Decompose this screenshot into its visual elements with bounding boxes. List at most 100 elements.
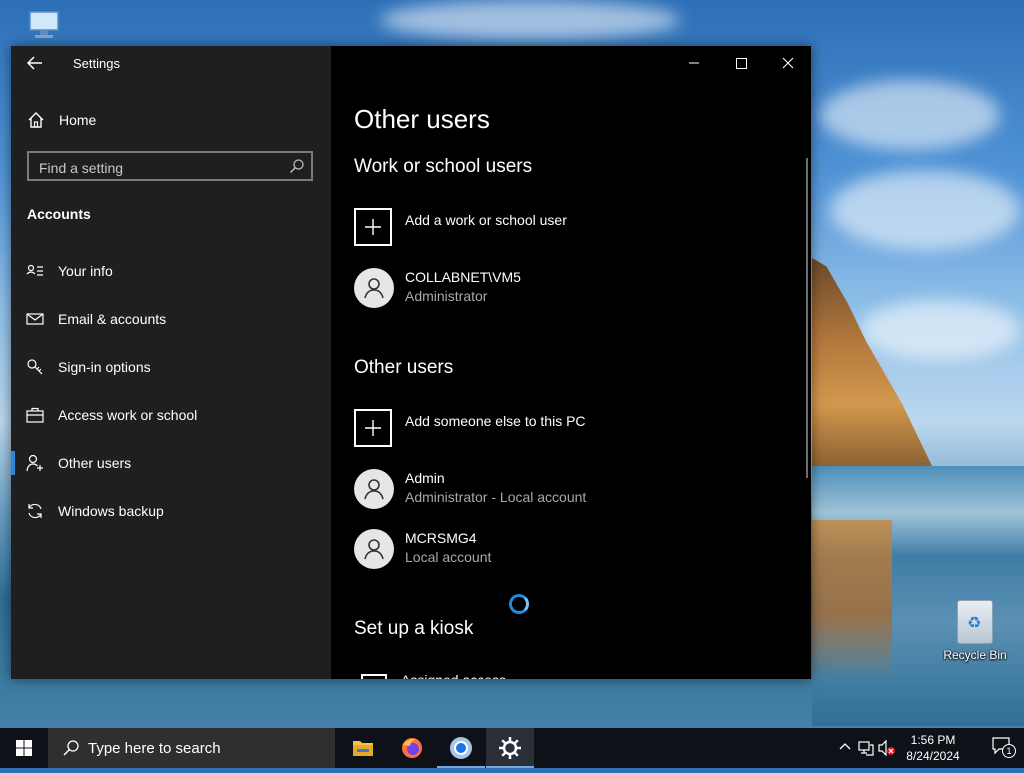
windows-logo-icon bbox=[16, 740, 32, 756]
chevron-up-icon[interactable] bbox=[838, 740, 852, 754]
search-input[interactable] bbox=[37, 157, 281, 179]
minimize-icon bbox=[689, 62, 699, 64]
notification-count: 1 bbox=[1002, 744, 1016, 758]
avatar bbox=[354, 268, 394, 308]
minimize-button[interactable] bbox=[671, 46, 717, 80]
taskbar-settings[interactable] bbox=[486, 728, 534, 768]
title-bar: Settings bbox=[11, 46, 331, 80]
kiosk-icon[interactable] bbox=[361, 674, 387, 679]
sidebar-item-label: Windows backup bbox=[58, 503, 164, 519]
close-button[interactable] bbox=[765, 46, 811, 80]
main-content: Other users Work or school users Add a w… bbox=[331, 46, 811, 679]
home-nav[interactable]: Home bbox=[11, 103, 331, 137]
this-pc-icon[interactable] bbox=[28, 10, 60, 40]
other-users-heading: Other users bbox=[354, 357, 454, 378]
scrollbar[interactable] bbox=[806, 158, 808, 478]
person-icon bbox=[364, 479, 384, 500]
user-item-collabnet-vm5[interactable]: COLLABNET\VM5 Administrator bbox=[354, 268, 774, 312]
cliff bbox=[812, 258, 932, 466]
sidebar-item-sign-in-options[interactable]: Sign-in options bbox=[11, 347, 331, 387]
sidebar-item-label: Email & accounts bbox=[58, 311, 167, 327]
add-work-school-user-button[interactable]: Add a work or school user bbox=[354, 208, 774, 250]
sidebar-item-other-users[interactable]: Other users bbox=[11, 443, 331, 483]
volume-muted-icon[interactable] bbox=[878, 740, 896, 756]
sidebar-item-your-info[interactable]: Your info bbox=[11, 251, 331, 291]
person-icon bbox=[364, 539, 384, 560]
user-name: MCRSMG4 bbox=[405, 530, 477, 546]
sidebar: Settings Home Accounts Your info bbox=[11, 46, 331, 679]
search-icon bbox=[63, 740, 79, 756]
person-card-icon bbox=[26, 264, 43, 276]
recycle-bin-icon: ♻ bbox=[957, 600, 993, 644]
recycle-bin-label: Recycle Bin bbox=[943, 648, 1007, 662]
user-name: COLLABNET\VM5 bbox=[405, 269, 521, 285]
taskbar: Type here to search 1:56 PM 8/24/2024 1 bbox=[0, 728, 1024, 768]
user-item-admin[interactable]: Admin Administrator - Local account bbox=[354, 469, 774, 513]
kiosk-partial-label[interactable]: Assigned access bbox=[401, 672, 506, 679]
taskbar-chrome[interactable] bbox=[437, 728, 485, 768]
page-title: Other users bbox=[354, 104, 490, 134]
user-role: Local account bbox=[405, 549, 492, 565]
person-add-icon bbox=[26, 454, 43, 472]
section-label-accounts: Accounts bbox=[27, 206, 91, 222]
window-controls bbox=[671, 46, 811, 80]
taskbar-search-placeholder: Type here to search bbox=[88, 740, 221, 757]
action-center-button[interactable]: 1 bbox=[992, 737, 1016, 759]
mail-icon bbox=[26, 313, 44, 325]
user-role: Administrator - Local account bbox=[405, 489, 587, 505]
sync-icon bbox=[28, 503, 42, 519]
search-icon[interactable] bbox=[289, 158, 305, 174]
settings-gear-icon bbox=[499, 737, 521, 759]
clock-time: 1:56 PM bbox=[910, 733, 956, 747]
find-setting-search bbox=[27, 151, 313, 181]
kiosk-heading: Set up a kiosk bbox=[354, 618, 474, 639]
work-school-heading: Work or school users bbox=[354, 156, 533, 177]
cloud bbox=[830, 170, 1020, 250]
plus-icon bbox=[354, 409, 392, 447]
maximize-button[interactable] bbox=[718, 46, 764, 80]
person-icon bbox=[364, 278, 384, 299]
taskbar-firefox[interactable] bbox=[388, 728, 436, 768]
clock-date: 8/24/2024 bbox=[906, 749, 960, 763]
active-indicator bbox=[11, 451, 15, 475]
sidebar-item-label: Sign-in options bbox=[58, 359, 151, 375]
sidebar-item-email-accounts[interactable]: Email & accounts bbox=[11, 299, 331, 339]
home-icon bbox=[28, 112, 44, 128]
taskbar-file-explorer[interactable] bbox=[339, 728, 387, 768]
home-label: Home bbox=[59, 112, 97, 128]
back-arrow-icon bbox=[26, 56, 42, 70]
briefcase-icon bbox=[26, 407, 44, 423]
cloud bbox=[860, 300, 1020, 360]
add-someone-else-label: Add someone else to this PC bbox=[405, 413, 586, 429]
settings-window: Settings Home Accounts Your info bbox=[11, 46, 811, 679]
network-icon[interactable] bbox=[858, 740, 874, 756]
user-role: Administrator bbox=[405, 288, 488, 304]
clock[interactable]: 1:56 PM 8/24/2024 bbox=[903, 732, 963, 764]
cliff-reflection bbox=[812, 520, 892, 680]
sidebar-item-label: Access work or school bbox=[58, 407, 198, 423]
add-work-school-user-label: Add a work or school user bbox=[405, 212, 567, 228]
key-icon bbox=[27, 359, 43, 375]
loading-spinner-icon bbox=[509, 594, 529, 614]
avatar bbox=[354, 529, 394, 569]
cloud bbox=[820, 80, 1000, 150]
sidebar-item-label: Other users bbox=[58, 455, 132, 471]
close-icon bbox=[782, 57, 794, 69]
user-name: Admin bbox=[405, 470, 445, 486]
maximize-icon bbox=[736, 58, 747, 69]
sidebar-item-access-work-school[interactable]: Access work or school bbox=[11, 395, 331, 435]
firefox-icon bbox=[402, 738, 422, 758]
chrome-icon bbox=[450, 737, 472, 759]
system-tray: 1:56 PM 8/24/2024 1 bbox=[834, 728, 1024, 768]
user-item-mcrsmg4[interactable]: MCRSMG4 Local account bbox=[354, 529, 774, 573]
avatar bbox=[354, 469, 394, 509]
sidebar-item-label: Your info bbox=[58, 263, 113, 279]
plus-icon bbox=[354, 208, 392, 246]
start-button[interactable] bbox=[0, 728, 48, 768]
sidebar-item-windows-backup[interactable]: Windows backup bbox=[11, 491, 331, 531]
back-button[interactable] bbox=[21, 52, 49, 74]
taskbar-search[interactable]: Type here to search bbox=[48, 728, 335, 768]
recycle-bin[interactable]: ♻ Recycle Bin bbox=[940, 600, 1010, 662]
add-someone-else-button[interactable]: Add someone else to this PC bbox=[354, 409, 774, 451]
file-explorer-icon bbox=[353, 741, 373, 756]
